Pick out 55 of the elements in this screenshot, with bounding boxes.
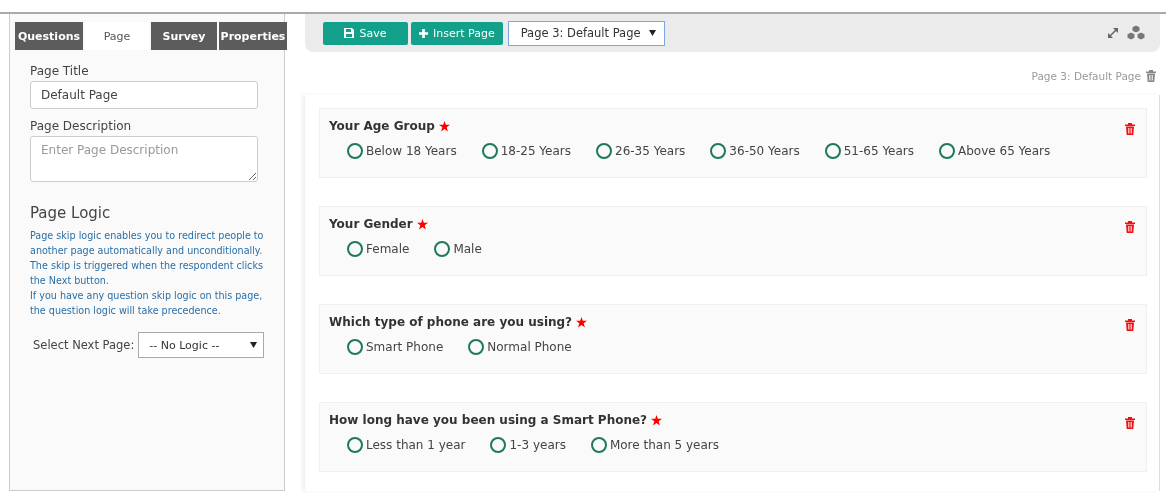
radio-option[interactable]: 18-25 Years (481, 143, 571, 159)
help-text: If you have any question skip logic on this page, the question logic will take precedence. (30, 289, 264, 318)
sidebar-tab[interactable]: Survey (151, 22, 217, 50)
radio-icon[interactable] (710, 143, 727, 159)
radio-icon[interactable] (590, 437, 607, 453)
radio-option[interactable]: More than 5 years (590, 437, 720, 453)
field-label: Page Description (30, 119, 133, 133)
radio-option[interactable]: 36-50 Years (710, 143, 800, 159)
trash-icon[interactable] (1125, 417, 1135, 429)
trash-icon[interactable] (1125, 319, 1135, 331)
radio-icon[interactable] (939, 143, 956, 159)
next-page-dropdown[interactable]: -- No Logic -- (138, 332, 264, 358)
radio-icon[interactable] (347, 437, 363, 453)
radio-icon[interactable] (490, 437, 507, 453)
question-text: Your Age Group (329, 119, 435, 133)
radio-icon[interactable] (468, 339, 485, 355)
radio-option[interactable]: 1-3 years (490, 437, 566, 453)
radio-option[interactable]: 51-65 Years (824, 143, 915, 159)
field-label: Select Next Page: (33, 338, 135, 352)
question-text: How long have you been using a Smart Phone? (329, 413, 648, 427)
question-text: Your Gender (329, 217, 413, 231)
expand-icon[interactable] (1106, 26, 1120, 40)
radio-icon[interactable] (347, 143, 363, 159)
trash-icon[interactable] (1125, 123, 1135, 135)
radio-option[interactable]: Less than 1 year (347, 437, 466, 453)
radio-option[interactable]: 26-35 Years (596, 143, 686, 159)
radio-option[interactable]: Male (434, 241, 482, 257)
radio-icon[interactable] (596, 143, 612, 159)
radio-icon[interactable] (347, 339, 363, 355)
caret-icon (250, 342, 257, 348)
radio-icon[interactable] (824, 143, 841, 159)
field-label: Page Title (30, 64, 90, 78)
radio-option[interactable]: Female (347, 241, 410, 257)
radio-icon[interactable] (481, 143, 498, 159)
page-dropdown[interactable]: Page 3: Default Page (507, 20, 665, 46)
caret-icon (648, 30, 656, 36)
radio-option[interactable]: Below 18 Years (347, 143, 457, 159)
radio-icon[interactable] (347, 241, 363, 257)
section-heading: Page Logic (30, 204, 112, 222)
plus-icon (419, 28, 428, 38)
trash-icon[interactable] (1125, 221, 1135, 233)
sidebar-tab[interactable]: Properties (219, 22, 287, 50)
help-text: Page skip logic enables you to redirect people to another page automatically and unconditionally. The skip is triggered when the respondent clicks the Next button. (30, 229, 265, 288)
radio-option[interactable]: Normal Phone (468, 339, 572, 355)
page-description-field[interactable]: Enter Page Description (30, 136, 258, 182)
radio-icon[interactable] (434, 241, 451, 257)
sidebar-tab[interactable]: Questions (15, 22, 83, 50)
page-title-field[interactable]: Default Page (30, 81, 258, 109)
radio-option[interactable]: Smart Phone (347, 339, 444, 355)
trash-icon[interactable] (1146, 70, 1156, 82)
question-text: Which type of phone are you using? (329, 315, 573, 329)
radio-option[interactable]: Above 65 Years (939, 143, 1051, 159)
page-header-label: Page 3: Default Page (1031, 70, 1141, 82)
sidebar-tab[interactable]: Page (85, 22, 149, 50)
cubes-icon[interactable] (1126, 24, 1146, 42)
